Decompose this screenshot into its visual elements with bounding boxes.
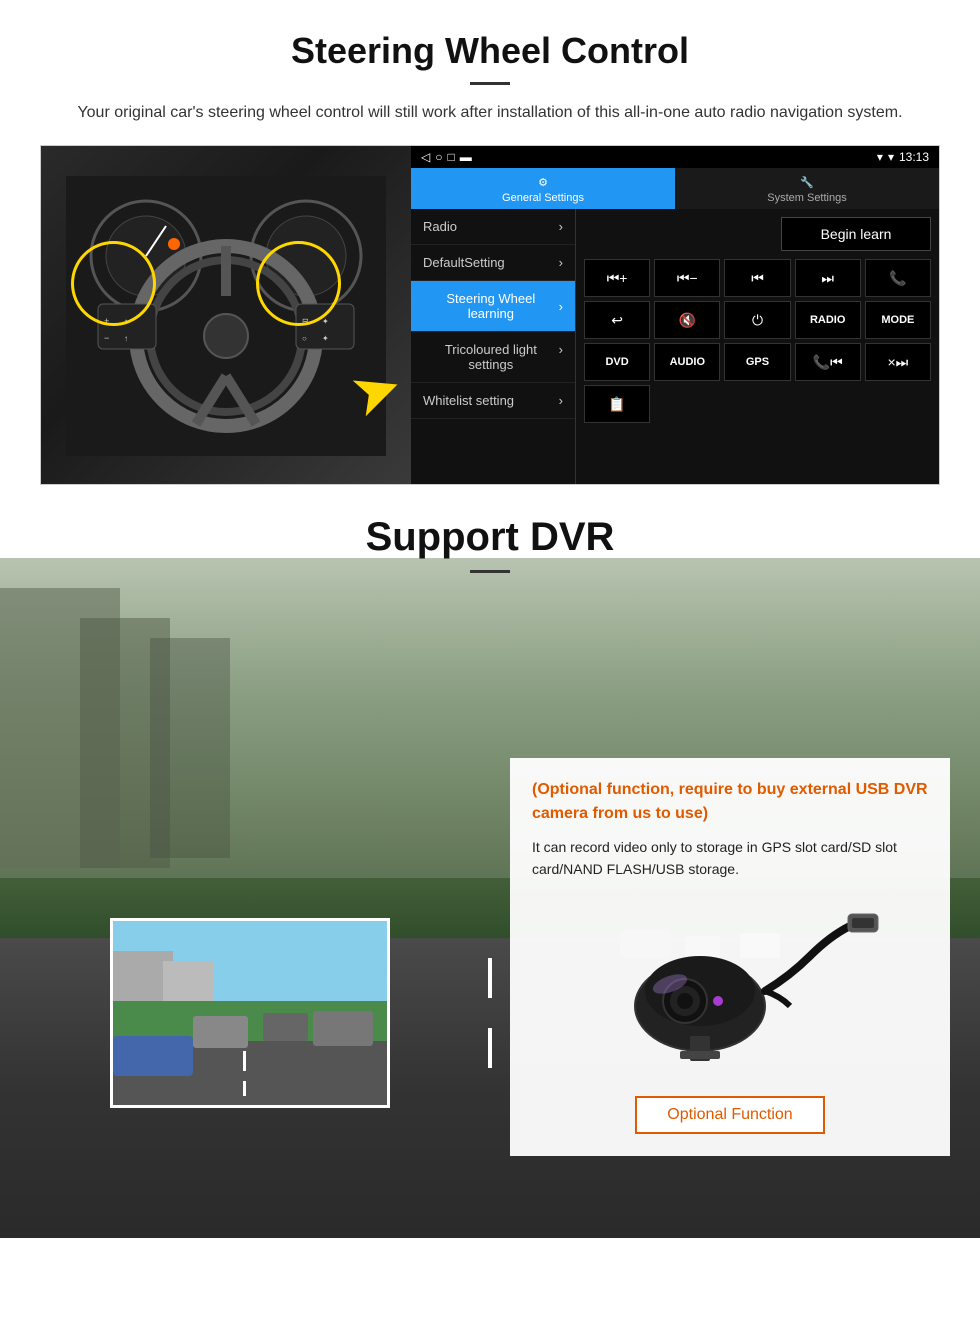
road-marking-2 — [488, 1028, 492, 1068]
dvr-icon: 📋 — [608, 396, 625, 413]
signal-icon: ▾ — [877, 150, 883, 164]
next-icon: ⏭ — [821, 270, 834, 287]
android-menu: Radio › DefaultSetting › Steering Wheel … — [411, 209, 576, 484]
highlight-left — [71, 241, 156, 326]
system-icon: 🔧 — [800, 176, 814, 189]
ctrl-radio[interactable]: RADIO — [795, 301, 861, 339]
ctrl-power[interactable]: ⏻ — [724, 301, 790, 339]
highlight-right — [256, 241, 341, 326]
steering-photo: + − ↑ ↑ ⊟ ✦ ○ ✦ ➤ — [41, 146, 411, 485]
dvr-camera-svg — [570, 896, 890, 1076]
tab-general-settings[interactable]: ⚙ General Settings — [411, 168, 675, 209]
settings-gear-icon: ⚙ — [538, 176, 548, 189]
ctrl-dvd[interactable]: DVD — [584, 343, 650, 381]
steering-title: Steering Wheel Control — [40, 30, 940, 72]
gps-label: GPS — [746, 356, 769, 368]
svg-text:○: ○ — [302, 334, 307, 343]
menu-steering-arrow: › — [559, 299, 563, 314]
control-grid: ⏮+ ⏮− ⏮ ⏭ 📞 ↩ 🔇 ⏻ RADIO MODE DVD AUDIO — [584, 259, 931, 423]
svg-text:✦: ✦ — [322, 334, 329, 343]
ctrl-next[interactable]: ⏭ — [795, 259, 861, 297]
nav-back-icon: ◁ — [421, 150, 430, 164]
dvr-optional-notice: (Optional function, require to buy exter… — [532, 778, 928, 826]
optional-function-button[interactable]: Optional Function — [635, 1096, 824, 1134]
tab-general-label: General Settings — [502, 192, 584, 204]
ctrl-gps[interactable]: GPS — [724, 343, 790, 381]
menu-tricoloured-label: Tricoloured light settings — [423, 342, 559, 372]
ctrl-mute[interactable]: 🔇 — [654, 301, 720, 339]
phone-prev-icon: 📞⏮ — [813, 354, 843, 371]
back-icon: ↩ — [611, 312, 623, 329]
ctrl-phone[interactable]: 📞 — [865, 259, 931, 297]
tab-system-settings[interactable]: 🔧 System Settings — [675, 168, 939, 209]
prev-icon: ⏮ — [751, 270, 764, 287]
menu-tricoloured[interactable]: Tricoloured light settings › — [411, 332, 575, 383]
ctrl-vol-down[interactable]: ⏮− — [654, 259, 720, 297]
menu-steering-label: Steering Wheel learning — [423, 291, 559, 321]
title-divider — [470, 82, 510, 85]
dvr-title: Support DVR — [0, 515, 980, 560]
menu-steering-wheel[interactable]: Steering Wheel learning › — [411, 281, 575, 332]
tab-system-label: System Settings — [767, 192, 846, 204]
nav-home-icon: ○ — [435, 150, 442, 164]
menu-radio[interactable]: Radio › — [411, 209, 575, 245]
menu-whitelist-label: Whitelist setting — [423, 393, 514, 408]
mute-icon: 🔇 — [679, 312, 696, 329]
dvr-info-box: (Optional function, require to buy exter… — [510, 758, 950, 1156]
phone-icon: 📞 — [889, 270, 906, 287]
ctrl-mute-next[interactable]: ×⏭ — [865, 343, 931, 381]
menu-radio-label: Radio — [423, 219, 457, 234]
nav-square-icon: □ — [447, 150, 454, 164]
building-3 — [150, 638, 230, 858]
mode-label: MODE — [881, 314, 914, 326]
dvr-screenshot-preview — [110, 918, 390, 1108]
wifi-icon: ▾ — [888, 150, 894, 164]
ctrl-dvr-btn[interactable]: 📋 — [584, 385, 650, 423]
vol-down-icon: ⏮− — [677, 270, 698, 287]
ctrl-vol-up[interactable]: ⏮+ — [584, 259, 650, 297]
ctrl-phone-prev[interactable]: 📞⏮ — [795, 343, 861, 381]
svg-text:↑: ↑ — [124, 334, 128, 343]
menu-radio-arrow: › — [559, 219, 563, 234]
road-marking-1 — [488, 958, 492, 998]
dvr-description: It can record video only to storage in G… — [532, 836, 928, 881]
menu-default-arrow: › — [559, 255, 563, 270]
begin-learn-button[interactable]: Begin learn — [781, 217, 931, 251]
power-icon: ⏻ — [752, 312, 763, 329]
dvr-divider — [470, 570, 510, 573]
dvr-background: (Optional function, require to buy exter… — [0, 558, 980, 1238]
status-time: 13:13 — [899, 150, 929, 164]
screenshot-svg — [113, 921, 390, 1108]
begin-learn-row: Begin learn — [584, 217, 931, 251]
svg-text:✦: ✦ — [322, 317, 329, 326]
android-panel: ◁ ○ □ ▬ ▾ ▾ 13:13 ⚙ General Settings 🔧 S… — [411, 146, 939, 484]
ctrl-audio[interactable]: AUDIO — [654, 343, 720, 381]
android-tabs[interactable]: ⚙ General Settings 🔧 System Settings — [411, 168, 939, 209]
menu-default-setting[interactable]: DefaultSetting › — [411, 245, 575, 281]
svg-text:−: − — [104, 333, 109, 343]
ctrl-mode[interactable]: MODE — [865, 301, 931, 339]
mute-next-icon: ×⏭ — [888, 354, 909, 371]
steering-section: Steering Wheel Control Your original car… — [0, 0, 980, 485]
dvd-label: DVD — [605, 356, 628, 368]
audio-label: AUDIO — [670, 356, 705, 368]
steering-ui-container: + − ↑ ↑ ⊟ ✦ ○ ✦ ➤ ◁ ○ □ — [40, 145, 940, 485]
radio-label: RADIO — [810, 314, 845, 326]
menu-default-label: DefaultSetting — [423, 255, 505, 270]
menu-tricoloured-arrow: › — [559, 342, 563, 372]
steering-subtitle: Your original car's steering wheel contr… — [60, 101, 920, 125]
ctrl-prev[interactable]: ⏮ — [724, 259, 790, 297]
vol-up-icon: ⏮+ — [607, 270, 628, 287]
menu-whitelist[interactable]: Whitelist setting › — [411, 383, 575, 419]
nav-menu-icon: ▬ — [460, 150, 472, 164]
dvr-section: Support DVR — [0, 485, 980, 1238]
ctrl-back[interactable]: ↩ — [584, 301, 650, 339]
android-content: Radio › DefaultSetting › Steering Wheel … — [411, 209, 939, 484]
menu-whitelist-arrow: › — [559, 393, 563, 408]
dvr-camera-image — [532, 896, 928, 1081]
android-main-area: Begin learn ⏮+ ⏮− ⏮ ⏭ 📞 ↩ 🔇 ⏻ R — [576, 209, 939, 484]
android-statusbar: ◁ ○ □ ▬ ▾ ▾ 13:13 — [411, 146, 939, 168]
